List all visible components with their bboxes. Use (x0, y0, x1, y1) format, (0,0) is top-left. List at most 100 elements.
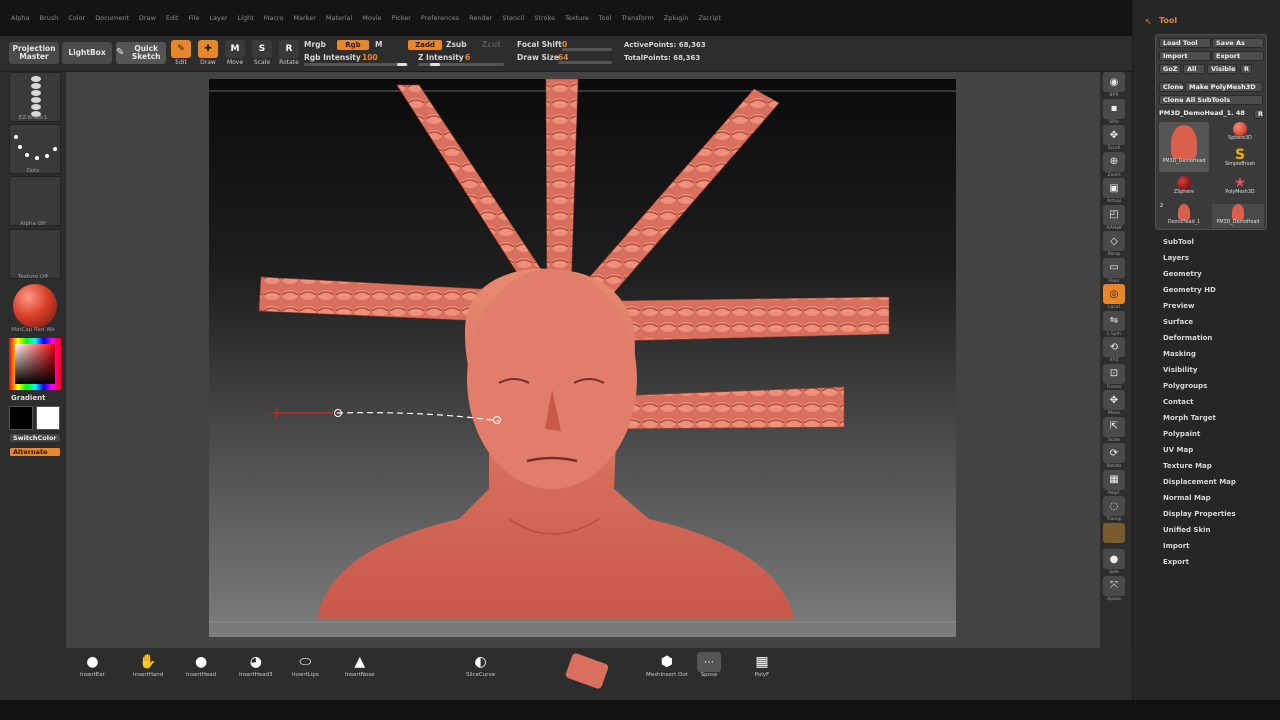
rgb-button[interactable]: Rgb (337, 40, 369, 50)
menu-zscript[interactable]: Zscript (693, 14, 726, 26)
all-button[interactable]: All (1183, 64, 1205, 74)
tool-menu-geometry-hd[interactable]: Geometry HD (1163, 286, 1216, 294)
menu-brush[interactable]: Brush (34, 14, 63, 26)
menu-material[interactable]: Material (321, 14, 357, 26)
draw-size-slider[interactable] (558, 61, 612, 64)
projection-master-button[interactable]: Projection Master (9, 42, 59, 64)
tool-thumb-zsphere[interactable]: ZSphere (1162, 176, 1206, 195)
material-thumbnail[interactable] (9, 282, 61, 332)
bpr-button[interactable]: ◉ BPR (1102, 72, 1126, 98)
tool-menu-morph-target[interactable]: Morph Target (1163, 414, 1216, 422)
tool-menu-export[interactable]: Export (1163, 558, 1189, 566)
tool-menu-surface[interactable]: Surface (1163, 318, 1193, 326)
tool-menu-uv-map[interactable]: UV Map (1163, 446, 1193, 454)
tool-menu-masking[interactable]: Masking (1163, 350, 1196, 358)
tool-menu-import[interactable]: Import (1163, 542, 1190, 550)
slice-curve-button[interactable]: ◐ SliceCurve (466, 652, 495, 678)
menu-tool[interactable]: Tool (594, 14, 617, 26)
document-canvas[interactable] (209, 79, 956, 637)
menu-render[interactable]: Render (464, 14, 497, 26)
alpha-thumbnail[interactable] (9, 176, 61, 226)
tool-thumb-pm3d-demohead-2[interactable]: PM3D_DemoHead (1212, 204, 1264, 228)
polyf-button[interactable]: ▦ PolyF (750, 652, 774, 678)
make-polymesh-button[interactable]: Make PolyMesh3D (1185, 82, 1263, 92)
rotate-button[interactable]: R Rotate (276, 40, 302, 68)
floor-button[interactable]: ▭ Floor (1102, 257, 1126, 284)
focal-shift-slider[interactable] (562, 48, 612, 51)
frame-button[interactable]: ⊡ Frame (1102, 363, 1126, 390)
color-square[interactable] (15, 344, 55, 384)
zadd-button[interactable]: Zadd (408, 40, 442, 50)
tool-collapse-icon[interactable]: ↖ (1145, 17, 1152, 26)
scale-button[interactable]: ⇱ Scale (1102, 416, 1126, 443)
tool-menu-visibility[interactable]: Visibility (1163, 366, 1197, 374)
zsub-button[interactable]: Zsub (446, 40, 467, 49)
menu-preferences[interactable]: Preferences (416, 14, 464, 26)
tool-menu-geometry[interactable]: Geometry (1163, 270, 1202, 278)
rotate-button[interactable]: ⟳ Rotate (1102, 443, 1126, 469)
menu-transform[interactable]: Transform (616, 14, 658, 26)
sculpt-model[interactable] (209, 79, 956, 637)
m-button[interactable]: M (375, 40, 382, 49)
inserthand-button[interactable]: ✋ InsertHand (133, 652, 163, 678)
tool-thumb-demohead-1[interactable]: DemoHead_1 (1159, 204, 1209, 225)
zcut-button[interactable]: Zcut (482, 40, 501, 49)
actual-button[interactable]: ▣ Actual (1102, 178, 1126, 204)
visible-button[interactable]: Visible (1207, 64, 1237, 74)
transp-button[interactable]: ◌ Transp (1102, 496, 1126, 522)
mrgb-button[interactable]: Mrgb (304, 40, 326, 49)
clone-button[interactable]: Clone (1159, 82, 1184, 92)
menu-document[interactable]: Document (90, 14, 134, 26)
export-button[interactable]: Export (1212, 51, 1264, 61)
menu-edit[interactable]: Edit (161, 14, 184, 26)
tool-menu-subtool[interactable]: SubTool (1163, 238, 1194, 246)
menu-macro[interactable]: Macro (259, 14, 289, 26)
insertnose-button[interactable]: ▲ InsertNose (345, 652, 375, 678)
insertear-button[interactable]: ● InsertEar (80, 652, 105, 678)
menu-color[interactable]: Color (63, 14, 90, 26)
tool-thumb-polymesh3d[interactable]: ★ PolyMesh3D (1220, 176, 1260, 195)
load-tool-button[interactable]: Load Tool (1159, 38, 1211, 48)
tool-menu-texture-map[interactable]: Texture Map (1163, 462, 1212, 470)
braid-brush-button[interactable] (564, 652, 610, 690)
solo-button[interactable]: ● Solo (1102, 549, 1126, 575)
menu-layer[interactable]: Layer (204, 14, 232, 26)
tool-thumb-pm3d-demohead[interactable]: PM3D_DemoHead (1159, 122, 1209, 172)
xpose-button[interactable]: ⤧ Xpose (1102, 575, 1126, 602)
polyf-button[interactable]: ▦ PolyF (1102, 469, 1126, 496)
dynamic-button[interactable] (1102, 522, 1126, 544)
menu-alpha[interactable]: Alpha (6, 14, 34, 26)
clone-all-subtools-button[interactable]: Clone All SubTools (1159, 95, 1263, 105)
import-button[interactable]: Import (1159, 51, 1211, 61)
z-intensity-knob[interactable] (430, 63, 440, 66)
tool-menu-polygroups[interactable]: Polygroups (1163, 382, 1207, 390)
tool-menu-preview[interactable]: Preview (1163, 302, 1195, 310)
curve-stroke[interactable] (271, 407, 501, 424)
rgb-intensity-knob[interactable] (397, 63, 407, 66)
persp-button[interactable]: ◇ Persp (1102, 231, 1126, 257)
tool-menu-deformation[interactable]: Deformation (1163, 334, 1212, 342)
tool-menu-displacement-map[interactable]: Displacement Map (1163, 478, 1236, 486)
menu-draw[interactable]: Draw (134, 14, 161, 26)
switch-color-button[interactable]: SwitchColor (9, 433, 61, 443)
tool-menu-polypaint[interactable]: Polypaint (1163, 430, 1200, 438)
tool-thumb-simplebrush[interactable]: S SimpleBrush (1220, 148, 1260, 167)
r-button[interactable]: R (1240, 64, 1252, 74)
tool-r-button[interactable]: R (1254, 109, 1264, 119)
scale-button[interactable]: S Scale (249, 40, 275, 68)
tool-menu-layers[interactable]: Layers (1163, 254, 1189, 262)
local-button[interactable]: ◎ Local (1102, 284, 1126, 310)
menu-texture[interactable]: Texture (560, 14, 594, 26)
goz-button[interactable]: GoZ (1159, 64, 1181, 74)
stroke-thumbnail[interactable] (9, 124, 61, 174)
edit-button[interactable]: ✎ Edit (168, 40, 194, 68)
tool-menu-contact[interactable]: Contact (1163, 398, 1194, 406)
lightbox-button[interactable]: LightBox (62, 42, 112, 64)
color-picker[interactable] (9, 338, 61, 390)
menu-movie[interactable]: Movie (357, 14, 386, 26)
main-color-swatch[interactable] (36, 406, 60, 430)
move-button[interactable]: ✥ Move (1102, 390, 1126, 416)
menu-file[interactable]: File (184, 14, 205, 26)
spose-button[interactable]: ⋯ Spose (697, 652, 721, 678)
draw-button[interactable]: ✚ Draw (195, 40, 221, 68)
